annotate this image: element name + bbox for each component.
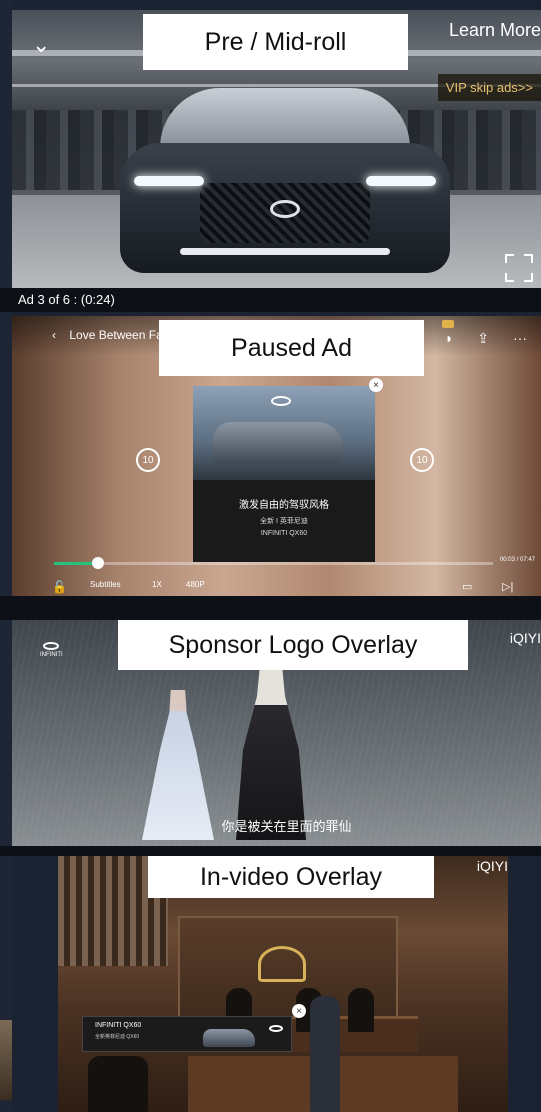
chevron-down-icon[interactable]: ⌄ bbox=[32, 32, 50, 58]
person bbox=[88, 1056, 148, 1112]
invideo-ad-banner[interactable]: INFINITI QX60 全新英菲尼迪 QX60 bbox=[82, 1016, 292, 1052]
player-top-icons: ◗ ⇪ ··· bbox=[445, 330, 527, 347]
infiniti-logo-icon bbox=[270, 200, 300, 218]
learn-more-button[interactable]: Learn More bbox=[449, 20, 541, 41]
panel-label: Pre / Mid-roll bbox=[143, 14, 408, 70]
close-icon[interactable]: × bbox=[292, 1004, 306, 1018]
share-icon[interactable]: ⇪ bbox=[477, 330, 489, 347]
quality-button[interactable]: 480P bbox=[186, 580, 205, 589]
invideo-overlay-panel: iQIYI INFINITI QX60 全新英菲尼迪 QX60 × In-vid… bbox=[58, 856, 508, 1112]
episodes-icon[interactable]: ▭ bbox=[462, 580, 472, 593]
fullscreen-icon[interactable] bbox=[505, 254, 533, 282]
panel-label: Paused Ad bbox=[159, 320, 424, 376]
banner-car bbox=[203, 1029, 255, 1047]
left-edge-photo bbox=[0, 1020, 12, 1100]
close-icon[interactable]: × bbox=[369, 378, 383, 392]
infiniti-logo-icon bbox=[271, 396, 291, 406]
time-readout: 00:03 / 07:47 bbox=[499, 557, 535, 563]
iqiyi-watermark: iQIYI bbox=[509, 630, 541, 646]
banner-title: INFINITI QX60 bbox=[95, 1022, 142, 1029]
car-headlight bbox=[134, 176, 204, 186]
subtitle: 你是被关在里面的罪仙 bbox=[221, 819, 352, 834]
back-button[interactable]: ‹ Love Between Fairy bbox=[52, 328, 175, 342]
preroll-panel: ⌄ Learn More VIP skip ads>> Pre / Mid-ro… bbox=[12, 10, 541, 288]
ad-subline: 全新 I 英菲尼迪 bbox=[260, 518, 308, 525]
scales-emblem-icon bbox=[258, 946, 306, 982]
progress-bar[interactable] bbox=[54, 557, 493, 569]
divider bbox=[0, 846, 541, 856]
infiniti-logo-icon bbox=[43, 642, 60, 650]
ad-formats-collage: ⌄ Learn More VIP skip ads>> Pre / Mid-ro… bbox=[0, 0, 541, 1112]
vip-skip-ads-button[interactable]: VIP skip ads>> bbox=[437, 74, 541, 101]
player-controls: 🔓 Subtitles 1X 480P ▭ ▷| bbox=[12, 574, 541, 596]
rewind-10-icon[interactable]: 10 bbox=[136, 448, 160, 472]
pause-ad-card[interactable]: × 激发自由的驾驭风格 全新 I 英菲尼迪 INFINITI QX60 bbox=[193, 378, 383, 562]
ad-car bbox=[213, 422, 343, 464]
panel-label: In-video Overlay bbox=[148, 856, 434, 898]
left-border bbox=[0, 0, 12, 1112]
panel-label: Sponsor Logo Overlay bbox=[118, 620, 468, 670]
more-icon[interactable]: ··· bbox=[513, 330, 527, 347]
car-image bbox=[120, 88, 450, 273]
subtitles-button[interactable]: Subtitles bbox=[90, 580, 121, 589]
infiniti-logo-icon bbox=[269, 1025, 283, 1032]
sponsor-logo-panel: INFINITI iQIYI 你是被关在里面的罪仙 Sponsor Logo O… bbox=[12, 620, 541, 846]
progress-knob[interactable] bbox=[91, 557, 104, 569]
ad-image bbox=[193, 386, 375, 480]
ad-model: INFINITI QX60 bbox=[260, 530, 308, 537]
car-headlight bbox=[366, 176, 436, 186]
vip-badge-icon bbox=[442, 320, 454, 328]
lock-icon[interactable]: 🔓 bbox=[52, 580, 67, 594]
divider bbox=[0, 596, 541, 620]
speed-button[interactable]: 1X bbox=[152, 580, 162, 589]
cast-icon[interactable]: ◗ bbox=[445, 330, 453, 347]
car-light-bar bbox=[180, 248, 390, 255]
forward-10-icon[interactable]: 10 bbox=[410, 448, 434, 472]
paused-ad-panel: ‹ Love Between Fairy ◗ ⇪ ··· 10 10 × 激发自… bbox=[12, 316, 541, 596]
banner-sub: 全新英菲尼迪 QX60 bbox=[95, 1034, 140, 1040]
ad-counter: Ad 3 of 6 : (0:24) bbox=[18, 292, 115, 307]
iqiyi-watermark: iQIYI bbox=[476, 858, 508, 874]
ad-headline: 激发自由的驾驭风格 bbox=[239, 500, 329, 511]
person bbox=[348, 988, 374, 1032]
person bbox=[310, 996, 340, 1112]
sponsor-logo: INFINITI bbox=[40, 642, 63, 658]
next-icon[interactable]: ▷| bbox=[502, 580, 513, 593]
